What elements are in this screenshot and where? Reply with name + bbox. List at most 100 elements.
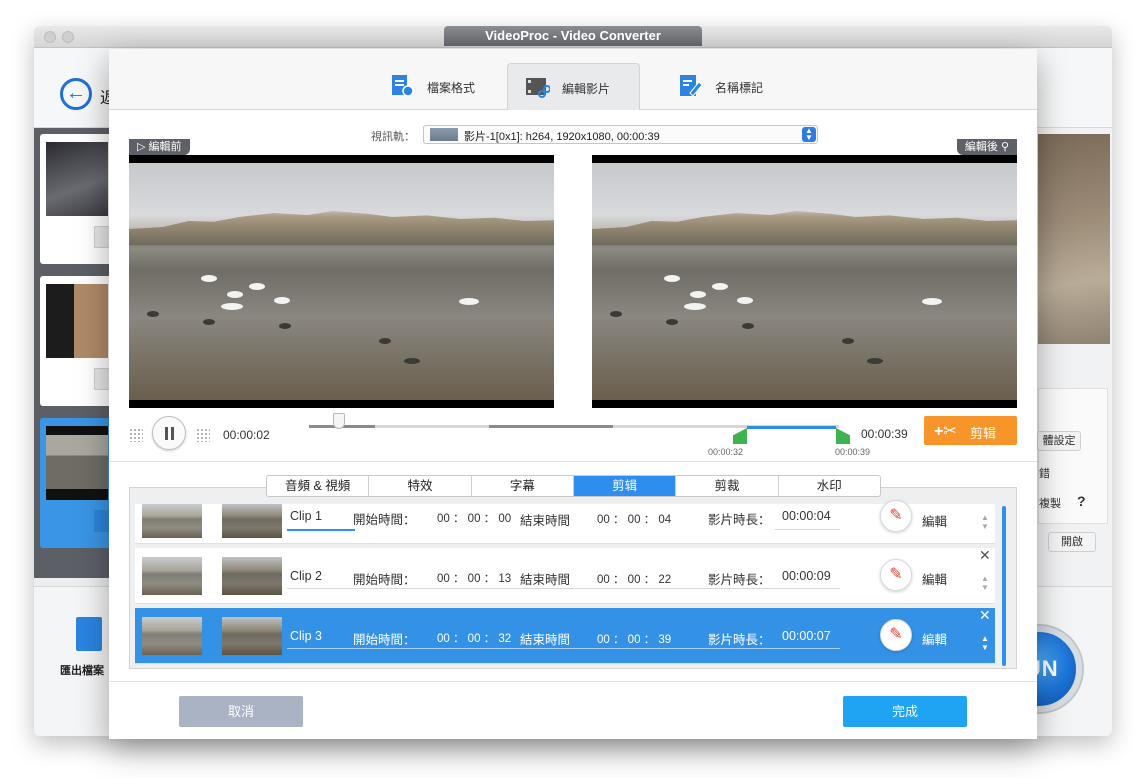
start-time-value[interactable]: 00 ： 00 ： 32 (437, 630, 511, 646)
preview-after: 編輯後 ⚲ (592, 139, 1017, 408)
duration-label: 影片時長： (708, 633, 771, 647)
start-marker-handle[interactable] (733, 428, 747, 444)
start-time-value[interactable]: 00 ： 00 ： 13 (437, 570, 511, 586)
edit-label[interactable]: 編輯 (922, 569, 947, 588)
help-icon[interactable]: ? (1077, 493, 1086, 509)
edit-pen-icon[interactable]: ✎ (880, 500, 912, 532)
export-file-icon[interactable] (76, 617, 102, 651)
marker-start-time: 00:00:32 (708, 447, 744, 457)
video-list (34, 128, 114, 578)
pause-icon (165, 427, 168, 440)
pause-button[interactable] (152, 416, 186, 450)
edit-label[interactable]: 編輯 (922, 511, 947, 530)
done-button[interactable]: 完成 (843, 696, 967, 727)
timeline-playhead[interactable] (333, 413, 345, 429)
video-card[interactable] (40, 276, 112, 406)
edit-pen-icon[interactable]: ✎ (880, 619, 912, 651)
video-card[interactable] (40, 134, 112, 264)
close-window-button[interactable] (44, 31, 56, 43)
start-time-label: 開始時間： (353, 573, 416, 587)
video-card-selected[interactable] (40, 418, 112, 548)
start-time-value[interactable]: 00 ： 00 ： 00 (437, 510, 511, 526)
start-time-label: 開始時間： (353, 513, 416, 527)
preview-before: ▷ 編輯前 (129, 139, 554, 408)
clip-list-panel: Clip 1 開始時間： 00 ： 00 ： 00 結束時間 00 ： 00 ：… (129, 487, 1017, 669)
right-preview-column: 體設定 錯 複製 ? 開啟 (1037, 128, 1112, 598)
clip-name: Clip 3 (290, 629, 322, 643)
close-icon[interactable]: ✕ (979, 607, 991, 624)
subtab-audio-video[interactable]: 音頻 & 視頻 (267, 476, 370, 496)
rename-icon (680, 75, 703, 97)
edit-subtabs: 音頻 & 視頻 特效 字幕 剪辑 剪裁 水印 (266, 475, 881, 497)
window-title: VideoProc - Video Converter (444, 26, 702, 46)
reorder-arrows-icon[interactable]: ▲ ▼ (980, 513, 990, 531)
clip-end-thumbnail (222, 504, 282, 538)
back-arrow-icon[interactable]: ← (60, 78, 92, 110)
tab-file-format[interactable]: 檔案格式 (373, 63, 506, 110)
end-time-label: 結束時間 (520, 573, 571, 587)
clip-row-selected[interactable]: Clip 3 開始時間： 00 ： 00 ： 32 結束時間 00 ： 00 ：… (135, 607, 995, 664)
duration-label: 影片時長： (708, 573, 771, 587)
search-icon[interactable]: ⚲ (1001, 141, 1009, 153)
end-time-value[interactable]: 00 ： 00 ： 39 (597, 631, 671, 647)
clip-row[interactable]: Clip 1 開始時間： 00 ： 00 ： 00 結束時間 00 ： 00 ：… (135, 500, 995, 544)
city-skyline (592, 211, 1017, 245)
playback-controls: 00:00:02 00:00:32 00:00:39 00:00:39 +✂ 剪… (109, 413, 1037, 459)
duration-value: 00:00:07 (782, 629, 831, 643)
clip-row[interactable]: Clip 2 開始時間： 00 ： 00 ： 13 結束時間 00 ： 00 ：… (135, 547, 995, 604)
subtab-effects[interactable]: 特效 (369, 476, 472, 496)
end-time-label: 結束時間 (520, 633, 571, 647)
settings-panel: 體設定 錯 複製 ? (1037, 388, 1108, 524)
reorder-arrows-icon[interactable]: ▲ ▼ (980, 634, 990, 652)
clip-name: Clip 2 (290, 569, 322, 583)
preview-before-label: ▷ 編輯前 (129, 139, 190, 155)
edit-pen-icon[interactable]: ✎ (880, 559, 912, 591)
clip-end-thumbnail (222, 557, 282, 595)
clip-list-scrollbar[interactable] (1002, 506, 1006, 666)
open-button[interactable]: 開啟 (1048, 532, 1096, 552)
edit-dialog: VideoProc - Video Converter 檔案格式 編輯影片 名稱… (109, 26, 1037, 739)
duration-label: 影片時長： (708, 513, 771, 527)
clip-name: Clip 1 (290, 509, 322, 523)
cut-label: 剪辑 (970, 426, 997, 441)
edit-label[interactable]: 編輯 (922, 629, 947, 648)
export-label[interactable]: 匯出檔案 (60, 662, 104, 678)
preview-after-label: 編輯後 ⚲ (956, 139, 1017, 155)
city-skyline (129, 211, 554, 245)
cut-button[interactable]: +✂ 剪辑 (924, 416, 1017, 445)
grip-icon (196, 428, 210, 442)
grip-icon (129, 428, 143, 442)
selection-range (747, 426, 836, 429)
close-icon[interactable]: ✕ (979, 547, 991, 564)
tab-label: 名稱標記 (715, 81, 764, 95)
subtab-cut[interactable]: 剪辑 (573, 476, 677, 496)
preview-photo (1038, 134, 1110, 344)
file-format-icon (392, 75, 414, 97)
copy-label[interactable]: 複製 (1039, 495, 1061, 511)
panel-label: 錯 (1039, 468, 1050, 480)
reorder-arrows-icon[interactable]: ▲ ▼ (980, 574, 990, 592)
subtab-watermark[interactable]: 水印 (779, 476, 880, 496)
marker-end-time: 00:00:39 (835, 447, 871, 457)
edit-video-icon (526, 78, 550, 98)
current-time: 00:00:02 (223, 428, 270, 442)
end-time-value[interactable]: 00 ： 00 ： 22 (597, 571, 671, 587)
subtab-subtitles[interactable]: 字幕 (472, 476, 574, 496)
cancel-button[interactable]: 取消 (179, 696, 303, 727)
end-time-value[interactable]: 00 ： 00 ： 04 (597, 511, 671, 527)
duration-value: 00:00:04 (782, 509, 831, 523)
video-thumbnail (46, 142, 108, 216)
clip-start-thumbnail (142, 617, 202, 655)
subtab-crop[interactable]: 剪裁 (676, 476, 779, 496)
dialog-footer: 取消 完成 (109, 681, 1037, 739)
video-thumbnail (46, 426, 108, 500)
end-marker-handle[interactable] (836, 428, 850, 444)
settings-button[interactable]: 體設定 (1037, 431, 1081, 451)
clip-start-thumbnail (142, 557, 202, 595)
tab-edit-video[interactable]: 編輯影片 (507, 63, 640, 110)
add-scissors-icon: +✂ (934, 423, 957, 440)
tab-rename[interactable]: 名稱標記 (661, 63, 794, 110)
clip-end-thumbnail (222, 617, 282, 655)
minimize-window-button[interactable] (62, 31, 74, 43)
start-time-label: 開始時間： (353, 633, 416, 647)
